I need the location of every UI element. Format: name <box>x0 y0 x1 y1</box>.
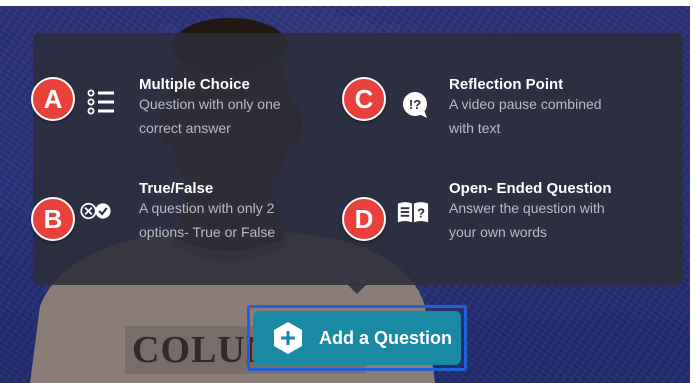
option-title: Open- Ended Question <box>449 180 612 197</box>
option-title: True/False <box>139 180 214 197</box>
option-d-badge: D <box>342 197 386 241</box>
video-frame: COLUMBUS A Multiple Choice Question with… <box>0 6 690 383</box>
question-type-panel <box>33 33 683 285</box>
list-icon <box>87 89 114 115</box>
option-b-badge: B <box>31 197 75 241</box>
option-description: A video pause combined with text <box>449 96 602 136</box>
speech-question-icon: !? <box>403 92 427 118</box>
option-a-badge: A <box>31 77 75 121</box>
svg-text:!?: !? <box>409 97 421 112</box>
add-question-button[interactable]: Add a Question <box>253 311 461 365</box>
true-false-icon <box>80 202 111 220</box>
option-title: Reflection Point <box>449 76 564 93</box>
svg-text:?: ? <box>417 206 425 221</box>
panel-pointer <box>347 284 367 294</box>
option-description: Question with only one correct answer <box>139 96 281 136</box>
add-question-label: Add a Question <box>319 327 453 348</box>
plus-hexagon-icon <box>274 322 302 354</box>
option-description: Answer the question with your own words <box>449 200 605 240</box>
option-title: Multiple Choice <box>139 76 250 93</box>
option-description: A question with only 2 options- True or … <box>139 200 276 240</box>
option-c-badge: C <box>342 77 386 121</box>
open-book-question-icon: ? <box>397 202 429 223</box>
